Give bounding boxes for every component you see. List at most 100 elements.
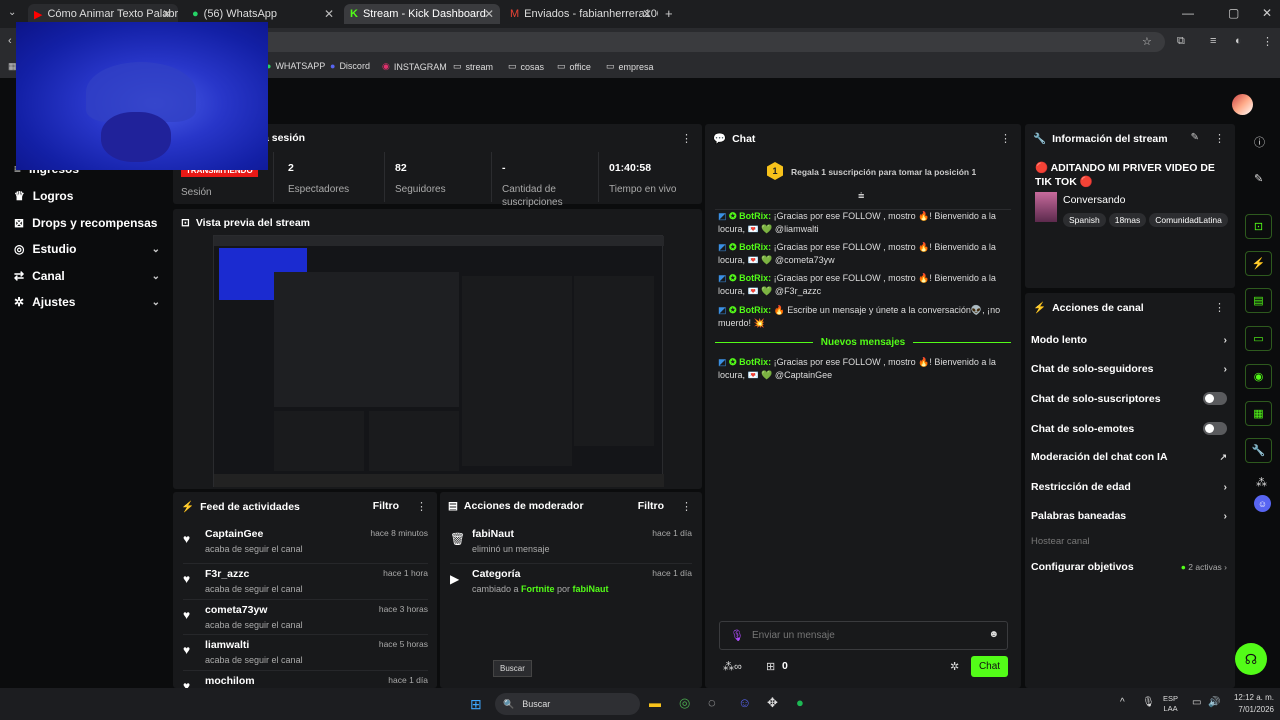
chat-user[interactable]: BotRix: [739,305,771,315]
discord-icon[interactable]: ☺ [738,695,751,710]
microphone-icon[interactable]: 🎙 [730,629,744,642]
tab-youtube[interactable]: ▶ Cómo Animar Texto Palabra po✕ [28,4,178,24]
bookmark-empresa[interactable]: ▭ empresa [606,61,654,72]
bookmark-instagram[interactable]: ◉ INSTAGRAM [382,61,447,72]
windows-start-icon[interactable]: ⊞ [470,696,482,713]
tag[interactable]: Spanish [1063,213,1106,227]
kebab-menu-icon[interactable]: ⋮ [416,500,427,513]
sidebar-item-canal[interactable]: ⇄ Canal ⌄ [14,269,160,283]
chat-user[interactable]: BotRix: [739,273,771,283]
maximize-icon[interactable]: ▢ [1228,6,1239,20]
gift-icon[interactable]: ⊞ [766,660,775,673]
chevron-up-icon[interactable]: ^ [1120,697,1125,708]
davinci-icon[interactable]: ✥ [767,695,778,711]
action-followers-only[interactable]: Chat de solo-seguidores › [1031,363,1227,375]
discord-icon[interactable]: ☺ [1254,495,1271,512]
media-icon[interactable]: ≡ [1210,35,1216,47]
info-icon[interactable]: ⓘ [1254,134,1265,150]
game-link[interactable]: Fortnite [521,584,555,594]
filter-button[interactable]: Filtro [373,500,399,512]
apps-icon[interactable]: ⁂ [1256,476,1267,489]
action-banned-words[interactable]: Palabras baneadas › [1031,510,1227,522]
stream-preview-video[interactable] [213,235,664,487]
kebab-menu-icon[interactable]: ⋮ [1214,301,1225,314]
language-indicator[interactable]: ESP LAA [1163,694,1178,714]
microphone-icon[interactable]: 🎙 [1142,697,1155,708]
chat-input[interactable] [752,627,982,644]
kebab-menu-icon[interactable]: ⋮ [1000,132,1011,145]
new-tab-icon[interactable]: + [665,6,673,21]
back-icon[interactable]: ‹ [8,35,12,47]
tag[interactable]: ComunidadLatina [1149,213,1228,227]
document-icon: ▤ [1253,295,1264,307]
close-icon[interactable]: ✕ [162,7,172,21]
tool-button[interactable]: ⊡ [1245,214,1272,239]
tab-kick[interactable]: K Stream - Kick Dashboard ✕ [344,4,500,24]
filter-button[interactable]: Filtro [638,500,664,512]
close-icon[interactable]: ✕ [324,7,334,21]
chat-user[interactable]: BotRix: [739,242,771,252]
pin-icon[interactable]: ⩧ [858,190,864,203]
subscribers-only-toggle[interactable] [1203,392,1227,405]
taskbar-search[interactable]: 🔍 Buscar [495,693,640,715]
tool-button[interactable]: ▦ [1245,401,1272,426]
action-goals[interactable]: Configurar objetivos ● 2 activas › [1031,561,1227,573]
edit-icon[interactable]: ✎ [1191,132,1199,143]
tab-whatsapp[interactable]: ● (56) WhatsApp ✕ [186,4,340,24]
sidebar-item-ajustes[interactable]: ✲ Ajustes ⌄ [14,295,160,309]
monitor-icon[interactable]: ▭ [1192,697,1201,708]
sidebar-item-logros[interactable]: ♛ Logros [14,189,160,203]
tool-button[interactable]: 🔧 [1245,438,1272,463]
edit-icon[interactable]: ✎ [1254,172,1263,185]
close-icon[interactable]: ✕ [642,7,652,21]
feed-time: hace 5 horas [378,639,428,649]
tab-list-icon[interactable]: ⌄ [8,7,16,18]
bookmark-whatsapp[interactable]: ● WHATSAPP [266,61,325,71]
chrome-icon[interactable]: ◎ [679,695,690,711]
infinity-icon[interactable]: ⁂∞ [723,660,742,673]
emoji-icon[interactable]: ☻ [988,629,999,640]
tool-button[interactable]: ◉ [1245,364,1272,389]
action-age-restriction[interactable]: Restricción de edad › [1031,481,1227,493]
bookmark-stream[interactable]: ▭ stream [453,61,493,72]
sidebar-item-drops[interactable]: ⊠ Drops y recompensas [14,216,160,230]
tool-button[interactable]: ▭ [1245,326,1272,351]
tool-button[interactable]: ▤ [1245,288,1272,313]
menu-icon[interactable]: ⋮ [1262,35,1273,48]
file-explorer-icon[interactable]: ▬ [649,696,661,710]
tag[interactable]: 18mas [1108,213,1147,227]
tool-button[interactable]: ⚡ [1245,251,1272,276]
chat-user[interactable]: BotRix: [739,357,771,367]
star-icon[interactable]: ☆ [1142,35,1152,48]
clock[interactable]: 12:12 a. m. 7/01/2026 [1222,692,1274,716]
user-link[interactable]: fabiNaut [573,584,609,594]
bookmark-cosas[interactable]: ▭ cosas [508,61,544,72]
action-label: Hostear canal [1031,536,1090,547]
gear-icon[interactable]: ✲ [950,660,959,673]
close-icon[interactable]: ✕ [484,7,494,21]
close-window-icon[interactable]: ✕ [1262,6,1272,20]
send-chat-button[interactable]: Chat [971,656,1008,677]
kebab-menu-icon[interactable]: ⋮ [1214,132,1225,145]
profile-icon[interactable]: ◐ [1235,35,1242,47]
bookmark-discord[interactable]: ● Discord [330,61,370,71]
sidebar-item-estudio[interactable]: ◎ Estudio ⌄ [14,242,160,256]
avatar[interactable] [1232,94,1253,115]
action-ai-moderation[interactable]: Moderación del chat con IA ↗ [1031,451,1227,463]
extensions-icon[interactable]: ⧉ [1177,35,1185,48]
volume-icon[interactable]: 🔊 [1208,697,1220,708]
action-slow-mode[interactable]: Modo lento › [1031,334,1227,346]
tab-gmail[interactable]: M Enviados - fabianherrera1005@✕ [504,4,658,24]
app-icon[interactable]: ◌ [708,695,716,710]
help-button[interactable]: ☊ [1235,643,1267,675]
chat-user[interactable]: BotRix: [739,211,771,221]
chevron-down-icon: ⌄ [151,243,160,255]
category-name[interactable]: Conversando [1063,194,1125,206]
bookmark-office[interactable]: ▭ office [557,61,591,72]
spotify-icon[interactable]: ● [796,695,804,710]
kebab-menu-icon[interactable]: ⋮ [681,132,692,145]
kebab-menu-icon[interactable]: ⋮ [681,500,692,513]
mod-desc: eliminó un mensaje [472,544,550,554]
minimize-icon[interactable]: — [1182,6,1194,20]
emotes-only-toggle[interactable] [1203,422,1227,435]
